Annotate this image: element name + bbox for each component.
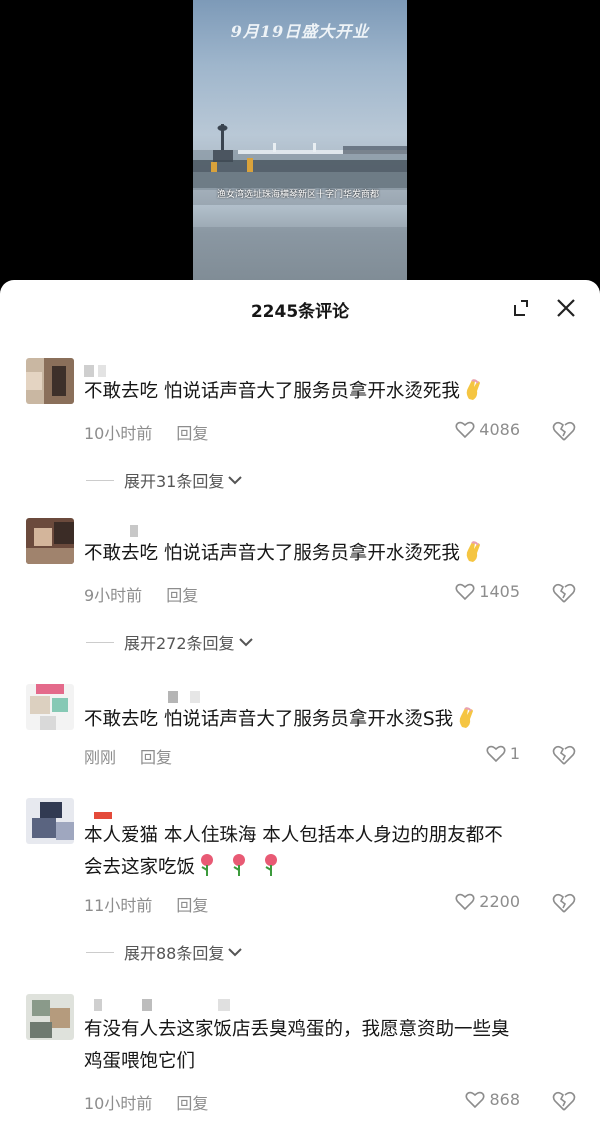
dislike-icon[interactable]: [552, 582, 576, 604]
expand-replies-label: 展开272条回复: [124, 634, 235, 653]
comment-time: 11小时前: [84, 896, 153, 915]
username-blurred[interactable]: [94, 804, 116, 819]
username-blurred[interactable]: [168, 688, 204, 703]
video-lower-frame: [193, 205, 407, 227]
rose-emoji-icon: [233, 854, 246, 876]
dislike-icon[interactable]: [552, 744, 576, 766]
like-count: 868: [489, 1090, 520, 1109]
comment-text: 本人爱猫 本人住珠海 本人包括本人身边的朋友都不 会去这家吃饭: [84, 820, 584, 884]
expand-replies-button[interactable]: 展开272条回复: [86, 630, 254, 654]
reply-button[interactable]: 回复: [166, 582, 198, 606]
avatar[interactable]: [26, 798, 74, 844]
comment-text-line: 会去这家吃饭: [84, 852, 584, 884]
reply-button[interactable]: 回复: [176, 1090, 208, 1114]
comment-meta: 9小时前 回复: [84, 582, 198, 606]
divider-line: [86, 641, 114, 643]
like-count: 1405: [479, 582, 520, 601]
fingers-crossed-emoji-icon: [466, 541, 480, 562]
close-icon[interactable]: [554, 296, 578, 320]
heart-icon: [455, 893, 475, 910]
dislike-icon[interactable]: [552, 892, 576, 914]
like-button[interactable]: 1405: [455, 582, 520, 601]
like-count: 1: [509, 744, 520, 763]
fingers-crossed-emoji-icon: [466, 379, 480, 400]
reply-button[interactable]: 回复: [176, 892, 208, 916]
avatar[interactable]: [26, 518, 74, 564]
rose-emoji-icon: [265, 854, 278, 876]
username-blurred[interactable]: [84, 362, 110, 377]
comment-text-line: 本人爱猫 本人住珠海 本人包括本人身边的朋友都不: [84, 825, 503, 846]
video-caption: 渔女湾选址珠海横琴新区十字门华发商都: [217, 190, 380, 200]
expand-replies-label: 展开88条回复: [124, 944, 225, 963]
heart-icon: [455, 583, 475, 600]
comment-meta: 11小时前 回复: [84, 892, 208, 916]
like-button[interactable]: 868: [465, 1090, 520, 1109]
expand-replies-button[interactable]: 展开88条回复: [86, 940, 243, 964]
comment-meta: 刚刚 回复: [84, 744, 172, 768]
expand-replies-label: 展开31条回复: [124, 472, 225, 491]
video-player[interactable]: 9月19日盛大开业 渔女湾选址珠海横琴新区十字门华发商都: [193, 0, 407, 300]
rose-emoji-icon: [201, 854, 214, 876]
comment-time: 刚刚: [84, 748, 117, 767]
chevron-down-icon: [228, 476, 243, 485]
divider-line: [86, 951, 114, 953]
comment-text: 不敢去吃 怕说话声音大了服务员拿开水烫S我: [84, 704, 584, 736]
comment-text-line: 有没有人去这家饭店丢臭鸡蛋的，我愿意资助一些臭: [84, 1019, 510, 1040]
dislike-icon[interactable]: [552, 1090, 576, 1112]
avatar[interactable]: [26, 994, 74, 1040]
heart-icon: [465, 1091, 485, 1108]
avatar[interactable]: [26, 358, 74, 404]
like-count: 2200: [479, 892, 520, 911]
comment-time: 10小时前: [84, 1094, 153, 1113]
dislike-icon[interactable]: [552, 420, 576, 442]
avatar[interactable]: [26, 684, 74, 730]
sheet-header: 2245条评论: [0, 280, 600, 336]
comment-sheet: 2245条评论 不敢去吃 怕说话声音大了服务员拿开水烫死我 10小时前 回复 40…: [0, 280, 600, 1123]
comment-meta: 10小时前 回复: [84, 420, 208, 444]
heart-icon: [486, 745, 506, 762]
like-button[interactable]: 4086: [455, 420, 520, 439]
chevron-down-icon: [228, 948, 243, 957]
comment-text-line: 鸡蛋喂饱它们: [84, 1051, 196, 1072]
username-blurred[interactable]: [130, 522, 142, 537]
heart-icon: [455, 421, 475, 438]
comment-time: 9小时前: [84, 586, 143, 605]
reply-button[interactable]: 回复: [176, 420, 208, 444]
like-button[interactable]: 1: [486, 744, 520, 763]
chevron-down-icon: [238, 638, 253, 647]
expand-icon[interactable]: [508, 296, 532, 320]
comment-meta: 10小时前 回复: [84, 1090, 208, 1114]
comment-text: 有没有人去这家饭店丢臭鸡蛋的，我愿意资助一些臭 鸡蛋喂饱它们: [84, 1014, 584, 1078]
divider-line: [86, 479, 114, 481]
comment-time: 10小时前: [84, 424, 153, 443]
reply-button[interactable]: 回复: [140, 744, 172, 768]
expand-replies-button[interactable]: 展开31条回复: [86, 468, 243, 492]
username-blurred[interactable]: [94, 996, 234, 1011]
comment-text: 不敢去吃 怕说话声音大了服务员拿开水烫死我: [84, 538, 584, 570]
fingers-crossed-emoji-icon: [459, 707, 474, 728]
like-count: 4086: [479, 420, 520, 439]
like-button[interactable]: 2200: [455, 892, 520, 911]
comment-text: 不敢去吃 怕说话声音大了服务员拿开水烫死我: [84, 376, 584, 408]
